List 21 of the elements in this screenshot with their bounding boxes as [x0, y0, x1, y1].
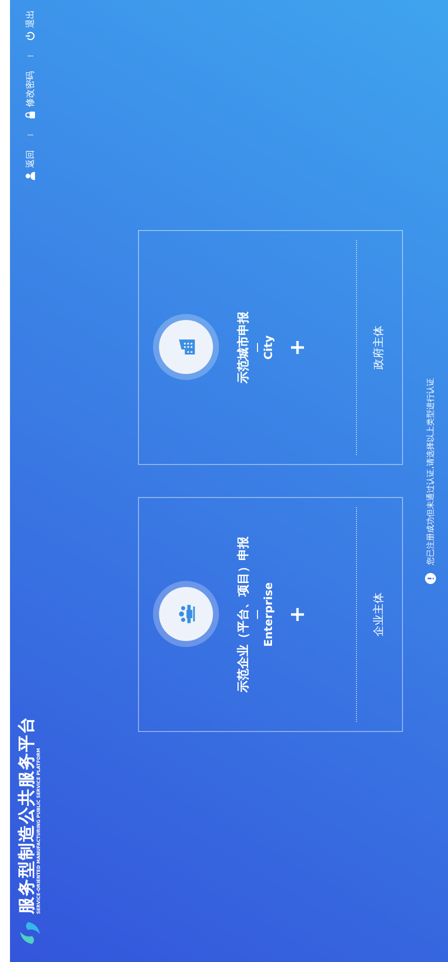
plus-icon: [291, 608, 304, 621]
nav-link[interactable]: 修改密码: [24, 71, 36, 120]
building-icon: [178, 338, 194, 358]
nav-link[interactable]: 返回: [24, 150, 36, 181]
card-footer: 企业主体: [371, 592, 386, 636]
power-icon: [25, 31, 35, 41]
card-title: 示范城市申报: [235, 312, 251, 384]
card-title: 示范企业（平台、项目）申报: [235, 536, 251, 692]
card-subtitle: City: [262, 335, 275, 360]
notice-text: 您已注册成功但未通过认证,请选择以上类型进行认证: [425, 378, 436, 565]
user-icon: [25, 171, 35, 181]
logo-icon: [18, 920, 42, 946]
application-card[interactable]: 示范城市申报 City 政府主体: [138, 230, 403, 465]
platform-title: 服务型制造公共服务平台: [17, 716, 37, 914]
nav-link[interactable]: 退出: [24, 10, 36, 41]
card-footer: 政府主体: [371, 326, 386, 370]
info-icon: [425, 572, 436, 584]
lock-icon: [25, 110, 35, 120]
card-subtitle: Enterprise: [262, 582, 275, 647]
plus-icon: [291, 341, 304, 354]
application-card[interactable]: 示范企业（平台、项目）申报 Enterprise 企业主体: [138, 497, 403, 732]
